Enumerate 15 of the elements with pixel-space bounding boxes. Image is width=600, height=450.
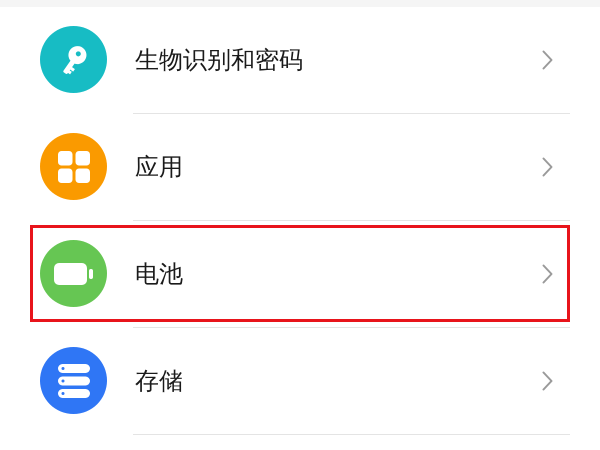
row-label: 生物识别和密码 <box>135 44 304 76</box>
row-label: 电池 <box>135 258 184 290</box>
settings-row[interactable]: 生物识别和密码 <box>30 11 570 108</box>
storage-icon <box>58 364 90 398</box>
row-label: 存储 <box>135 366 184 396</box>
settings-row[interactable]: 应用 <box>30 118 570 215</box>
row-label: 应用 <box>135 152 184 182</box>
settings-row[interactable]: 存储 <box>30 332 570 429</box>
battery-icon <box>54 262 94 284</box>
chevron-right-icon <box>542 156 553 176</box>
settings-row[interactable]: 电池 <box>30 225 570 322</box>
chevron-right-icon <box>542 50 553 70</box>
chevron-right-icon <box>542 370 553 390</box>
apps-grid-icon <box>56 150 90 184</box>
chevron-right-icon <box>542 264 553 284</box>
